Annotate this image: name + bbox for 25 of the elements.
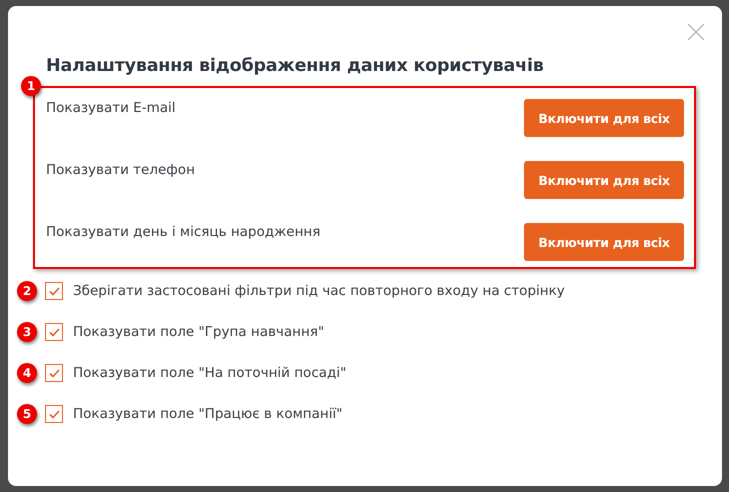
step-marker: 4 <box>17 363 37 383</box>
check-icon <box>48 328 60 336</box>
enable-for-all-button[interactable]: Включити для всіх <box>524 223 684 261</box>
close-icon[interactable] <box>687 23 705 41</box>
step-marker: 1 <box>21 76 41 96</box>
check-icon <box>48 410 60 418</box>
checkbox[interactable] <box>45 282 63 300</box>
dialog-title: Налаштування відображення даних користувачів <box>46 56 545 76</box>
setting-label: Показувати телефон <box>46 162 195 178</box>
check-icon <box>48 286 60 296</box>
setting-label: Показувати день і місяць народження <box>46 224 320 240</box>
checkbox[interactable] <box>45 323 63 341</box>
step-marker: 5 <box>17 404 37 424</box>
check-icon <box>48 368 60 378</box>
option-label: Показувати поле "На поточній посаді" <box>73 365 346 381</box>
step-marker: 2 <box>17 281 37 301</box>
step-marker: 3 <box>17 322 37 342</box>
enable-for-all-button[interactable]: Включити для всіх <box>524 99 684 137</box>
setting-label: Показувати E-mail <box>46 100 176 116</box>
option-label: Показувати поле "Група навчання" <box>73 324 324 340</box>
option-label: Зберігати застосовані фільтри під час повторного входу на сторінку <box>73 283 565 299</box>
checkbox[interactable] <box>45 364 63 382</box>
checkbox[interactable] <box>45 405 63 423</box>
option-label: Показувати поле "Працює в компанії" <box>73 406 342 422</box>
enable-for-all-button[interactable]: Включити для всіх <box>524 161 684 199</box>
